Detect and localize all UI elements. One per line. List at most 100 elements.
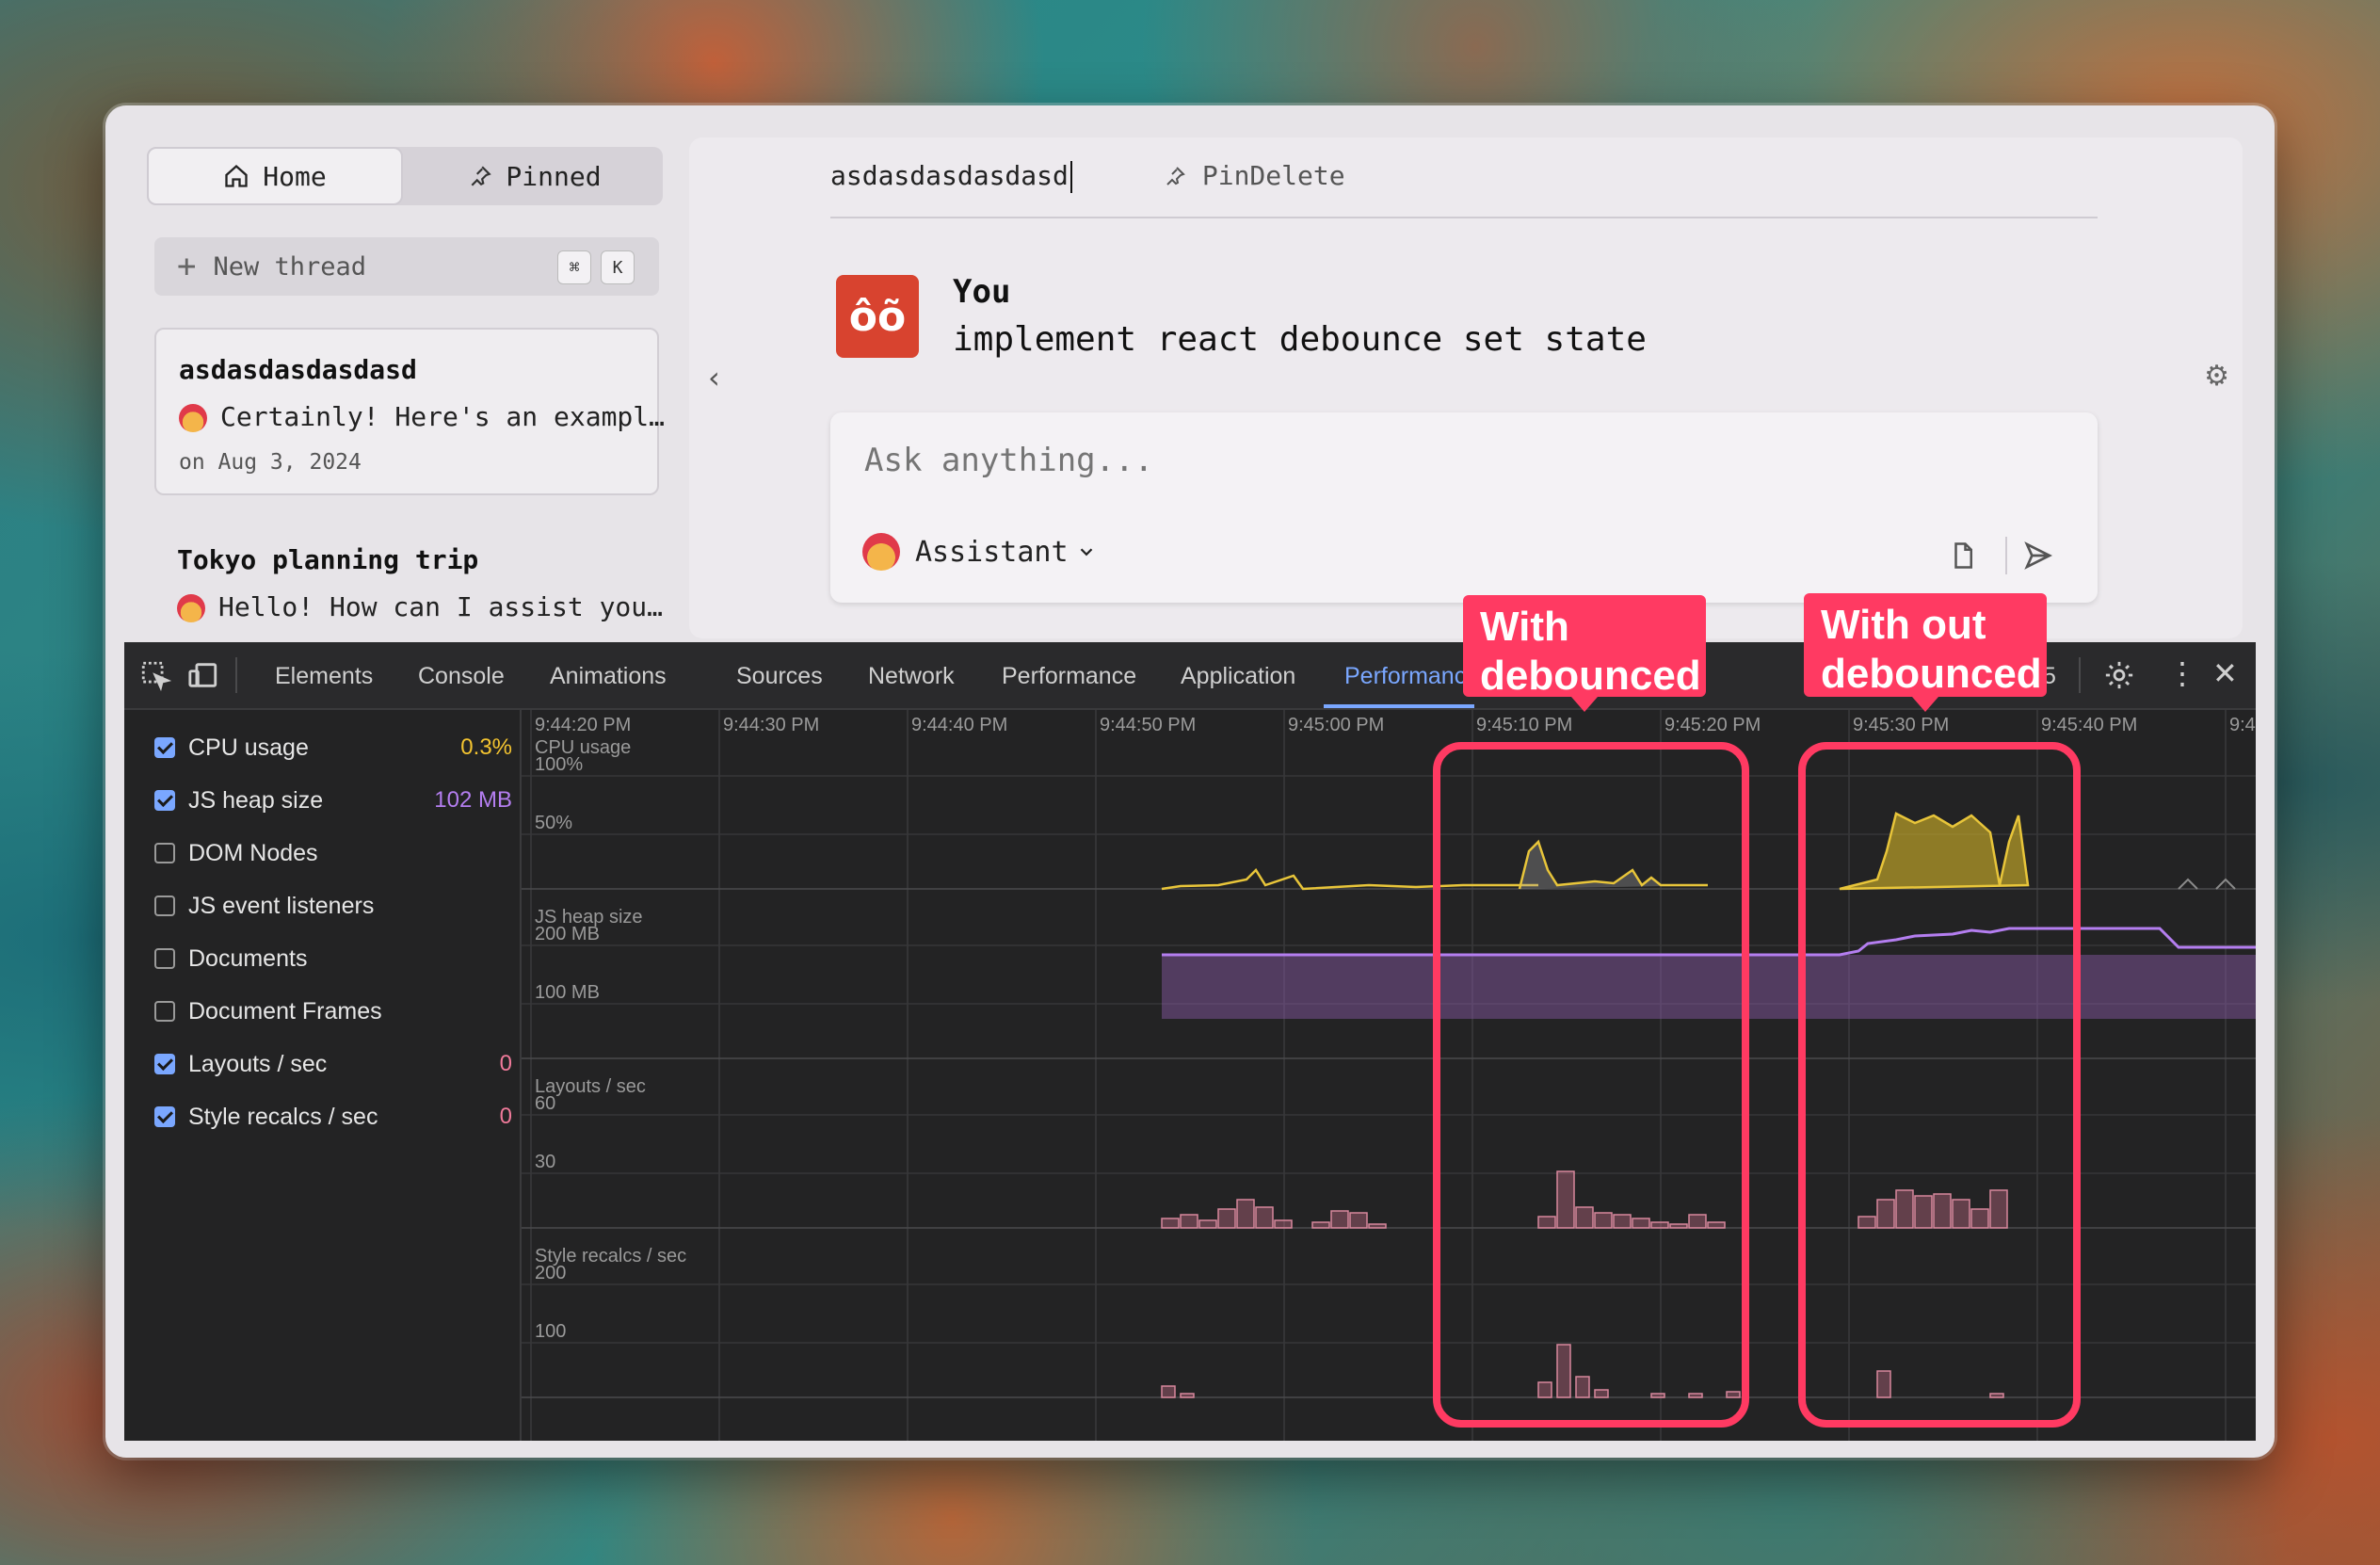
cmd-key-hint: ⌘ bbox=[557, 250, 591, 284]
metric-label: DOM Nodes bbox=[188, 839, 318, 866]
metric-row[interactable]: Document Frames bbox=[154, 992, 512, 1030]
tab-application[interactable]: Application bbox=[1181, 663, 1295, 690]
layout-bar bbox=[1349, 1212, 1368, 1229]
metric-label: CPU usage bbox=[188, 734, 309, 761]
tab-animations[interactable]: Animations bbox=[550, 663, 667, 690]
metric-label: Documents bbox=[188, 944, 308, 972]
layout-bar bbox=[1311, 1221, 1330, 1229]
tick-label: 100 MB bbox=[535, 982, 600, 1003]
plus-icon: + bbox=[177, 248, 197, 285]
composer: Assistant bbox=[830, 412, 2098, 603]
pin-delete-label: PinDelete bbox=[1201, 160, 1345, 191]
time-label: 9:45:30 PM bbox=[1853, 715, 1949, 735]
metric-checkbox[interactable] bbox=[154, 948, 175, 969]
time-label: 9:45:10 PM bbox=[1476, 715, 1572, 735]
highlight-without-debounced bbox=[1798, 742, 2081, 1428]
style-recalc-bar bbox=[1161, 1385, 1176, 1398]
assistant-avatar-icon bbox=[862, 533, 900, 571]
metric-label: Layouts / sec bbox=[188, 1050, 328, 1077]
thread-snippet: Certainly! Here's an exampl… bbox=[179, 401, 665, 432]
layout-bar bbox=[1255, 1206, 1274, 1229]
layout-bar bbox=[1180, 1214, 1198, 1229]
tick-label: 200 MB bbox=[535, 924, 600, 944]
time-label: 9:4 bbox=[2229, 715, 2256, 735]
highlight-with-debounced bbox=[1433, 742, 1749, 1428]
thread-snippet[interactable]: Hello! How can I assist you… bbox=[177, 591, 663, 622]
close-icon[interactable]: ✕ bbox=[2212, 655, 2238, 691]
time-label: 9:44:50 PM bbox=[1100, 715, 1196, 735]
new-thread-button[interactable]: + New thread ⌘ K bbox=[154, 237, 659, 296]
home-tab[interactable]: Home bbox=[147, 147, 403, 205]
divider bbox=[2005, 537, 2007, 574]
tab-elements[interactable]: Elements bbox=[275, 663, 373, 690]
assistant-avatar-icon bbox=[179, 404, 207, 432]
metric-checkbox[interactable] bbox=[154, 1001, 175, 1022]
thread-title-input[interactable]: asdasdasdasdasd bbox=[830, 160, 1072, 193]
tab-performance-monitor[interactable]: Performance monitor bbox=[1344, 663, 1467, 690]
user-avatar: ôõ bbox=[836, 275, 919, 358]
metric-row[interactable]: DOM Nodes bbox=[154, 834, 512, 872]
settings-gear-icon[interactable] bbox=[2103, 659, 2135, 691]
gear-icon[interactable]: ⚙ bbox=[2204, 360, 2229, 393]
layout-bar bbox=[1274, 1219, 1293, 1229]
inspect-element-icon[interactable] bbox=[139, 659, 171, 691]
layout-bar bbox=[1161, 1218, 1180, 1229]
metric-checkbox[interactable] bbox=[154, 1106, 175, 1127]
metric-label: Style recalcs / sec bbox=[188, 1103, 378, 1130]
cpu-trace-tail bbox=[2178, 878, 2236, 890]
metric-row[interactable]: JS event listeners bbox=[154, 887, 512, 925]
time-label: 9:45:00 PM bbox=[1288, 715, 1384, 735]
sidebar: Home Pinned + New thread ⌘ K asdasdasdas… bbox=[105, 105, 670, 638]
more-options-icon[interactable]: ⋮ bbox=[2167, 655, 2197, 691]
metric-value: 0 bbox=[499, 1104, 512, 1129]
metric-checkbox[interactable] bbox=[154, 790, 175, 811]
metric-row[interactable]: CPU usage 0.3% bbox=[154, 729, 512, 766]
assistant-avatar-icon bbox=[177, 594, 205, 622]
pin-icon bbox=[1166, 167, 1185, 186]
chevron-left-icon[interactable]: ‹ bbox=[708, 360, 720, 395]
tab-performance[interactable]: Performance bbox=[1002, 663, 1136, 690]
layout-bar bbox=[1368, 1223, 1387, 1229]
thread-card-active[interactable]: asdasdasdasdasd Certainly! Here's an exa… bbox=[154, 328, 665, 495]
thread-tabbar: asdasdasdasdasd PinDelete bbox=[830, 137, 2098, 218]
pin-icon bbox=[471, 166, 492, 186]
ask-input[interactable] bbox=[862, 441, 1902, 480]
annotation-with-debounced: With debounced bbox=[1463, 595, 1706, 712]
home-icon bbox=[225, 164, 248, 187]
tick-label: 30 bbox=[535, 1152, 555, 1172]
metric-row[interactable]: Documents bbox=[154, 940, 512, 977]
layout-bar bbox=[1330, 1210, 1349, 1229]
metric-checkbox[interactable] bbox=[154, 843, 175, 863]
thread-title[interactable]: Tokyo planning trip bbox=[177, 544, 478, 575]
assistant-selector[interactable]: Assistant bbox=[862, 533, 1097, 571]
tab-sources[interactable]: Sources bbox=[736, 663, 823, 690]
metric-checkbox[interactable] bbox=[154, 1054, 175, 1074]
view-switcher: Home Pinned bbox=[147, 147, 663, 205]
chevron-down-icon bbox=[1080, 548, 1092, 557]
tick-label: 50% bbox=[535, 813, 572, 833]
style-recalc-bar bbox=[1180, 1393, 1195, 1398]
divider bbox=[2079, 657, 2081, 693]
pin-delete-button[interactable]: PinDelete bbox=[1164, 160, 1345, 191]
layout-bar bbox=[1236, 1199, 1255, 1229]
metric-row[interactable]: Style recalcs / sec 0 bbox=[154, 1098, 512, 1136]
tab-console[interactable]: Console bbox=[418, 663, 505, 690]
metric-checkbox[interactable] bbox=[154, 895, 175, 916]
metric-row[interactable]: JS heap size 102 MB bbox=[154, 782, 512, 819]
message-author: You bbox=[953, 273, 1011, 311]
pinned-tab[interactable]: Pinned bbox=[407, 147, 663, 205]
tab-network[interactable]: Network bbox=[868, 663, 955, 690]
send-icon[interactable] bbox=[2022, 540, 2054, 571]
metric-row[interactable]: Layouts / sec 0 bbox=[154, 1045, 512, 1083]
device-toolbar-icon[interactable] bbox=[186, 659, 220, 691]
metric-value: 0.3% bbox=[460, 734, 512, 760]
text-caret bbox=[1069, 161, 1072, 193]
time-label: 9:44:20 PM bbox=[535, 715, 631, 735]
home-tab-label: Home bbox=[263, 160, 327, 192]
annotation-without-debounced: With out debounced bbox=[1804, 593, 2047, 712]
time-label: 9:45:40 PM bbox=[2041, 715, 2137, 735]
divider bbox=[235, 657, 237, 693]
metric-checkbox[interactable] bbox=[154, 737, 175, 758]
attach-file-icon[interactable] bbox=[1949, 540, 1977, 571]
thread-title-text: asdasdasdasdasd bbox=[830, 160, 1069, 191]
